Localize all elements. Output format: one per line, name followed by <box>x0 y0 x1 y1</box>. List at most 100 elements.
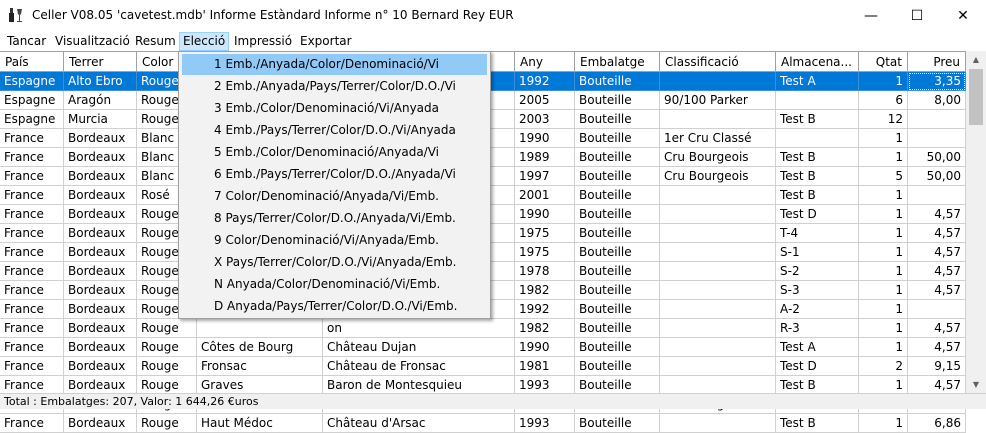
cell-almacenament[interactable]: Test A <box>776 72 859 91</box>
cell-vi[interactable]: Château de Fronsac <box>323 357 515 376</box>
maximize-button[interactable]: ☐ <box>894 0 940 31</box>
cell-any[interactable]: 2005 <box>515 91 575 110</box>
cell-preu[interactable]: 4,57 <box>908 338 966 357</box>
cell-terrer[interactable]: Bordeaux <box>64 414 137 433</box>
cell-classificacio[interactable]: 1er Cru Classé <box>660 129 776 148</box>
cell-preu[interactable] <box>908 129 966 148</box>
cell-classificacio[interactable]: Cru Bourgeois <box>660 167 776 186</box>
cell-classificacio[interactable] <box>660 205 776 224</box>
dropdown-item-9[interactable]: 9 Color/Denominació/Vi/Anyada/Emb. <box>182 230 487 251</box>
cell-classificacio[interactable] <box>660 110 776 129</box>
cell-qtat[interactable]: 5 <box>859 167 908 186</box>
cell-qtat[interactable]: 1 <box>859 72 908 91</box>
cell-almacenament[interactable]: A-2 <box>776 300 859 319</box>
cell-qtat[interactable]: 1 <box>859 129 908 148</box>
dropdown-item-10[interactable]: X Pays/Terrer/Color/D.O./Vi/Anyada/Emb. <box>182 252 487 273</box>
cell-qtat[interactable]: 1 <box>859 319 908 338</box>
cell-embalatge[interactable]: Bouteille <box>575 72 660 91</box>
dropdown-item-11[interactable]: N Anyada/Color/Denominació/Vi/Emb. <box>182 274 487 295</box>
cell-classificacio[interactable] <box>660 224 776 243</box>
cell-almacenament[interactable]: S-2 <box>776 262 859 281</box>
cell-classificacio[interactable] <box>660 72 776 91</box>
cell-any[interactable]: 1992 <box>515 300 575 319</box>
cell-any[interactable]: 1993 <box>515 414 575 433</box>
cell-almacenament[interactable]: S-3 <box>776 281 859 300</box>
dropdown-item-2[interactable]: 2 Emb./Anyada/Pays/Terrer/Color/D.O./Vi <box>182 76 487 97</box>
cell-any[interactable]: 1982 <box>515 319 575 338</box>
table-row[interactable]: France Bordeaux Rouge Haut Médoc Château d'A… <box>0 414 966 433</box>
cell-qtat[interactable]: 1 <box>859 262 908 281</box>
dropdown-item-12[interactable]: D Anyada/Pays/Terrer/Color/D.O./Vi/Emb. <box>182 296 487 317</box>
cell-terrer[interactable]: Alto Ebro <box>64 72 137 91</box>
cell-terrer[interactable]: Murcia <box>64 110 137 129</box>
cell-qtat[interactable]: 1 <box>859 205 908 224</box>
cell-pais[interactable]: France <box>0 414 64 433</box>
vertical-scrollbar[interactable]: ▲ ▼ <box>966 51 986 393</box>
cell-almacenament[interactable]: Test A <box>776 338 859 357</box>
cell-pais[interactable]: France <box>0 281 64 300</box>
cell-preu[interactable]: 4,57 <box>908 205 966 224</box>
cell-preu[interactable]: 4,57 <box>908 281 966 300</box>
cell-any[interactable]: 1992 <box>515 72 575 91</box>
dropdown-item-3[interactable]: 3 Emb./Color/Denominació/Vi/Anyada <box>182 98 487 119</box>
cell-preu[interactable]: 3,35 <box>908 72 966 91</box>
column-header-classificacio[interactable]: Classificació <box>660 52 776 72</box>
cell-almacenament[interactable]: Test D <box>776 357 859 376</box>
cell-almacenament[interactable] <box>776 91 859 110</box>
cell-any[interactable]: 1975 <box>515 224 575 243</box>
cell-terrer[interactable]: Bordeaux <box>64 338 137 357</box>
cell-vi[interactable]: on <box>323 319 515 338</box>
cell-embalatge[interactable]: Bouteille <box>575 414 660 433</box>
cell-pais[interactable]: France <box>0 186 64 205</box>
cell-terrer[interactable]: Bordeaux <box>64 262 137 281</box>
cell-terrer[interactable]: Bordeaux <box>64 148 137 167</box>
cell-qtat[interactable]: 1 <box>859 224 908 243</box>
cell-embalatge[interactable]: Bouteille <box>575 91 660 110</box>
minimize-button[interactable]: — <box>848 0 894 31</box>
cell-terrer[interactable]: Bordeaux <box>64 186 137 205</box>
column-header-pais[interactable]: País <box>0 52 64 72</box>
cell-any[interactable]: 1989 <box>515 148 575 167</box>
cell-qtat[interactable]: 1 <box>859 300 908 319</box>
cell-any[interactable]: 1982 <box>515 281 575 300</box>
cell-pais[interactable]: France <box>0 148 64 167</box>
cell-almacenament[interactable]: Test B <box>776 186 859 205</box>
cell-almacenament[interactable]: Test B <box>776 110 859 129</box>
cell-classificacio[interactable] <box>660 357 776 376</box>
dropdown-item-1[interactable]: 1 Emb./Anyada/Color/Denominació/Vi <box>182 54 487 75</box>
cell-terrer[interactable]: Bordeaux <box>64 281 137 300</box>
column-header-almacenament[interactable]: Almacena... <box>776 52 859 72</box>
cell-almacenament[interactable] <box>776 129 859 148</box>
cell-pais[interactable]: France <box>0 338 64 357</box>
cell-any[interactable]: 1990 <box>515 338 575 357</box>
cell-denominacio[interactable] <box>197 319 323 338</box>
column-header-terrer[interactable]: Terrer <box>64 52 137 72</box>
cell-qtat[interactable]: 1 <box>859 243 908 262</box>
cell-pais[interactable]: France <box>0 357 64 376</box>
cell-pais[interactable]: France <box>0 243 64 262</box>
cell-qtat[interactable]: 1 <box>859 186 908 205</box>
cell-almacenament[interactable]: S-1 <box>776 243 859 262</box>
cell-pais[interactable]: France <box>0 205 64 224</box>
cell-preu[interactable]: 6,86 <box>908 414 966 433</box>
column-header-embalatge[interactable]: Embalatge <box>575 52 660 72</box>
cell-preu[interactable]: 4,57 <box>908 319 966 338</box>
cell-vi[interactable]: Château d'Arsac <box>323 414 515 433</box>
cell-terrer[interactable]: Bordeaux <box>64 357 137 376</box>
cell-embalatge[interactable]: Bouteille <box>575 186 660 205</box>
dropdown-item-5[interactable]: 5 Emb./Color/Denominació/Anyada/Vi <box>182 142 487 163</box>
cell-classificacio[interactable] <box>660 414 776 433</box>
menu-impressio[interactable]: Impressió <box>231 33 295 50</box>
cell-almacenament[interactable]: Test D <box>776 205 859 224</box>
cell-preu[interactable]: 50,00 <box>908 167 966 186</box>
column-header-preu[interactable]: Preu <box>908 52 966 72</box>
cell-embalatge[interactable]: Bouteille <box>575 148 660 167</box>
cell-almacenament[interactable]: Test B <box>776 167 859 186</box>
column-header-qtat[interactable]: Qtat <box>859 52 908 72</box>
cell-qtat[interactable]: 1 <box>859 414 908 433</box>
menu-tancar[interactable]: Tancar <box>4 33 49 50</box>
cell-any[interactable]: 1975 <box>515 243 575 262</box>
cell-classificacio[interactable]: 90/100 Parker <box>660 91 776 110</box>
table-row[interactable]: France Bordeaux Rouge Côtes de Bourg Château… <box>0 338 966 357</box>
cell-embalatge[interactable]: Bouteille <box>575 300 660 319</box>
